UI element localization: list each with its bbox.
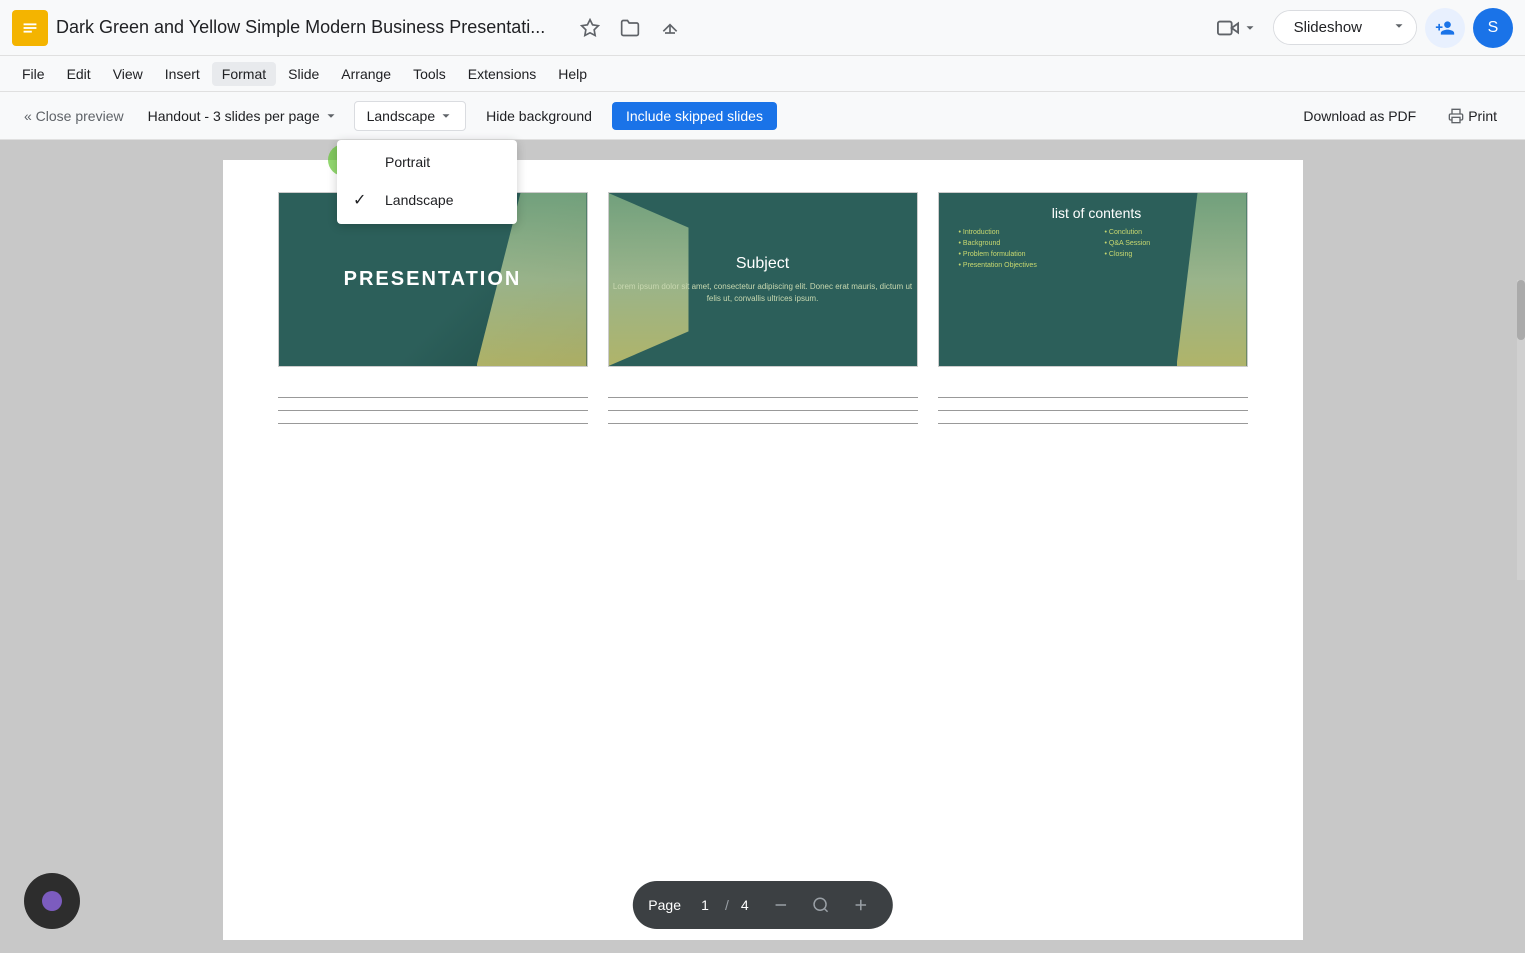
slide3-item-1-3: • Problem formulation	[959, 251, 1089, 258]
menu-slide[interactable]: Slide	[278, 62, 329, 86]
page-total: 4	[741, 897, 749, 913]
menu-view[interactable]: View	[103, 62, 153, 86]
menu-extensions[interactable]: Extensions	[458, 62, 546, 86]
document-title: Dark Green and Yellow Simple Modern Busi…	[56, 17, 562, 38]
page-container: PRESENTATION Subject Lorem ipsum dolor s…	[223, 160, 1303, 940]
slide-card-3: list of contents • Introduction • Backgr…	[938, 192, 1248, 367]
slide3-background: list of contents • Introduction • Backgr…	[939, 193, 1247, 366]
page-navigation: Page / 4	[632, 881, 892, 929]
note-line-2-1	[608, 397, 918, 398]
portrait-option[interactable]: Portrait	[337, 144, 517, 180]
slide3-title: list of contents	[959, 205, 1235, 221]
line-group-3	[938, 397, 1248, 424]
app-icon	[12, 10, 48, 46]
slideshow-btn-group: Slideshow	[1273, 10, 1417, 45]
slideshow-dropdown-button[interactable]	[1382, 11, 1416, 44]
menu-insert[interactable]: Insert	[155, 62, 210, 86]
menu-format[interactable]: Format	[212, 62, 276, 86]
recording-button[interactable]	[24, 873, 80, 929]
user-avatar[interactable]: S	[1473, 8, 1513, 48]
slide3-item-1-1: • Introduction	[959, 229, 1089, 236]
include-skipped-button[interactable]: Include skipped slides	[612, 102, 777, 130]
slide2-body: Lorem ipsum dolor sit amet, consectetur …	[609, 281, 917, 305]
slide3-col1: • Introduction • Background • Problem fo…	[959, 229, 1089, 269]
scrollbar-track[interactable]	[1517, 280, 1525, 580]
hide-background-button[interactable]: Hide background	[474, 102, 604, 130]
print-button[interactable]: Print	[1436, 102, 1509, 130]
fit-to-page-button[interactable]	[805, 889, 837, 921]
note-line-3-2	[938, 410, 1248, 411]
menu-arrange[interactable]: Arrange	[331, 62, 401, 86]
menu-help[interactable]: Help	[548, 62, 597, 86]
note-line-2-2	[608, 410, 918, 411]
menu-tools[interactable]: Tools	[403, 62, 456, 86]
star-icon[interactable]	[574, 12, 606, 44]
menu-edit[interactable]: Edit	[57, 62, 101, 86]
notes-lines-area	[263, 397, 1263, 424]
zoom-out-button[interactable]	[765, 889, 797, 921]
lines-row-1	[263, 397, 1263, 424]
slide2-background: Subject Lorem ipsum dolor sit amet, cons…	[609, 193, 917, 366]
scrollbar-thumb[interactable]	[1517, 280, 1525, 340]
slide3-item-1-2: • Background	[959, 240, 1089, 247]
handout-selector-button[interactable]: Handout - 3 slides per page	[140, 102, 346, 130]
video-call-button[interactable]	[1209, 11, 1265, 45]
slide3-item-1-4: • Presentation Objectives	[959, 262, 1089, 269]
slide1-title: PRESENTATION	[344, 268, 522, 291]
line-group-2	[608, 397, 918, 424]
slide-thumb-2[interactable]: Subject Lorem ipsum dolor sit amet, cons…	[608, 192, 918, 367]
note-line-2-3	[608, 423, 918, 424]
slide3-item-2-3: • Closing	[1105, 251, 1235, 258]
add-user-button[interactable]	[1425, 8, 1465, 48]
slide3-item-2-1: • Conclution	[1105, 229, 1235, 236]
page-label: Page	[648, 897, 681, 913]
menu-bar: File Edit View Insert Format Slide Arran…	[0, 56, 1525, 92]
menu-file[interactable]: File	[12, 62, 55, 86]
note-line-1-2	[278, 410, 588, 411]
note-line-1-3	[278, 423, 588, 424]
preview-bar: « Close preview Handout - 3 slides per p…	[0, 92, 1525, 140]
slide-card-2: Subject Lorem ipsum dolor sit amet, cons…	[608, 192, 918, 367]
page-separator: /	[725, 897, 729, 913]
folder-icon[interactable]	[614, 12, 646, 44]
top-bar: Dark Green and Yellow Simple Modern Busi…	[0, 0, 1525, 56]
orientation-dropdown: Portrait ✓ Landscape	[337, 140, 517, 224]
slide3-item-2-2: • Q&A Session	[1105, 240, 1235, 247]
note-line-1-1	[278, 397, 588, 398]
recording-dot	[42, 891, 62, 911]
landscape-option[interactable]: ✓ Landscape	[337, 180, 517, 220]
slide2-decoration	[609, 193, 689, 366]
slide-thumb-3[interactable]: list of contents • Introduction • Backgr…	[938, 192, 1248, 367]
close-preview-button[interactable]: « Close preview	[16, 102, 132, 130]
note-line-3-3	[938, 423, 1248, 424]
page-current-input[interactable]	[693, 897, 717, 913]
slide2-title: Subject	[736, 255, 789, 273]
slideshow-button[interactable]: Slideshow	[1274, 11, 1382, 44]
cloud-icon[interactable]	[654, 12, 686, 44]
orientation-button[interactable]: Landscape	[354, 101, 467, 131]
zoom-in-button[interactable]	[845, 889, 877, 921]
slide3-columns: • Introduction • Background • Problem fo…	[959, 229, 1235, 269]
download-pdf-button[interactable]: Download as PDF	[1291, 102, 1428, 130]
main-content: PRESENTATION Subject Lorem ipsum dolor s…	[0, 140, 1525, 953]
top-icons	[574, 12, 686, 44]
line-group-1	[278, 397, 588, 424]
note-line-3-1	[938, 397, 1248, 398]
slide3-col2: • Conclution • Q&A Session • Closing	[1105, 229, 1235, 269]
